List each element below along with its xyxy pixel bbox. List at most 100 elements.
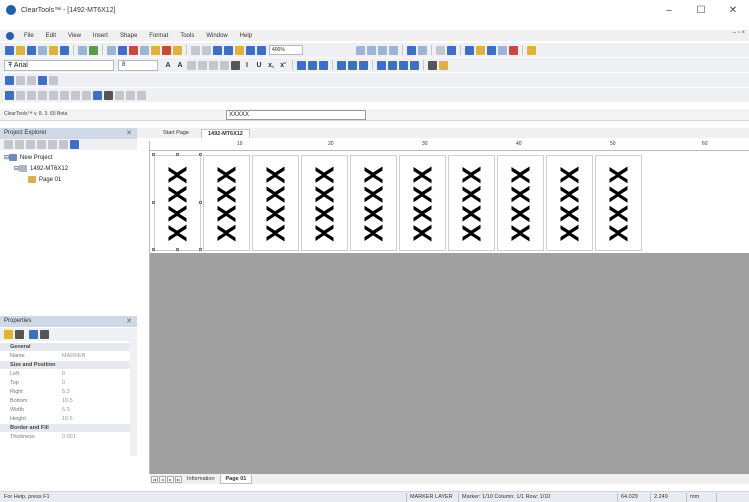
numbering-icon[interactable] [498, 45, 507, 55]
menu-help[interactable]: Help [234, 33, 258, 39]
subscript-button[interactable]: x, [266, 62, 276, 69]
valign-bottom-icon[interactable] [359, 60, 368, 70]
text-fit-icon[interactable] [187, 60, 196, 70]
line-tool-icon[interactable] [71, 90, 80, 100]
pe-up-icon[interactable] [48, 140, 57, 149]
align-center-icon[interactable] [308, 60, 317, 70]
undo-icon[interactable] [213, 45, 222, 55]
circle-tool-icon[interactable] [82, 90, 91, 100]
marker-label[interactable]: XXXX [252, 155, 299, 251]
property-row[interactable]: Thickness 0.001 [0, 433, 130, 441]
valign-middle-icon[interactable] [348, 60, 357, 70]
mdi-controls[interactable]: – ▫ × [733, 30, 745, 36]
pe-open-icon[interactable] [15, 140, 24, 149]
marker-label[interactable]: XXXX [497, 155, 544, 251]
highlight-icon[interactable] [476, 45, 485, 55]
cut-icon[interactable] [129, 45, 138, 55]
wrap-icon[interactable] [399, 60, 408, 70]
superscript-button[interactable]: x' [278, 62, 288, 69]
property-row[interactable]: Bottom 10.5 [0, 397, 130, 405]
next-sheet-button[interactable]: ▸ [167, 475, 174, 483]
redo-icon[interactable] [224, 45, 233, 55]
marker-label[interactable]: XXXX [595, 155, 642, 251]
bold-icon[interactable] [231, 60, 240, 70]
menu-window[interactable]: Window [200, 33, 233, 39]
table-tool-icon[interactable] [115, 90, 124, 100]
prev-sheet-button[interactable]: ◂ [159, 475, 166, 483]
selection-handle[interactable] [199, 248, 202, 251]
rotate-icon[interactable] [377, 60, 386, 70]
indent-icon[interactable] [220, 60, 229, 70]
increase-font-button[interactable]: A [163, 62, 173, 69]
group-icon[interactable] [436, 45, 445, 55]
selection-handle[interactable] [176, 248, 179, 251]
category-general[interactable]: General [0, 343, 130, 351]
font-color-icon[interactable] [428, 60, 437, 70]
image-tool-icon[interactable] [27, 90, 36, 100]
tree-item-page[interactable]: Page 01 [28, 176, 61, 183]
properties-close-button[interactable]: ✕ [126, 316, 132, 327]
document-menu-icon[interactable] [6, 31, 14, 40]
categorized-icon[interactable] [4, 330, 13, 339]
save-all-icon[interactable] [38, 45, 47, 55]
marker-label[interactable]: XXXX [154, 155, 201, 251]
category-size-position[interactable]: Size and Position [0, 361, 130, 369]
open-file-icon[interactable] [16, 45, 25, 55]
property-row[interactable]: Width 5.3 [0, 406, 130, 414]
marker-label[interactable]: XXXX [546, 155, 593, 251]
shadow-icon[interactable] [49, 75, 58, 85]
new-file-icon[interactable] [5, 45, 14, 55]
sheet-tab-information[interactable]: Information [182, 475, 220, 484]
tab-start-page[interactable]: Start Page [157, 129, 195, 138]
rectangle-tool-icon[interactable] [16, 90, 25, 100]
list-icon[interactable] [209, 60, 218, 70]
distribute-icon[interactable] [418, 45, 427, 55]
pe-pin-icon[interactable] [70, 140, 79, 149]
pointer-tool-icon[interactable] [5, 90, 14, 100]
line-weight-icon[interactable] [27, 75, 36, 85]
text-shrink-icon[interactable] [198, 60, 207, 70]
property-row[interactable]: Height 10.5 [0, 415, 130, 423]
marker-text-input[interactable]: XXXXX [226, 110, 366, 120]
first-sheet-button[interactable]: |◂ [151, 475, 158, 483]
selection-handle[interactable] [152, 153, 155, 156]
sort-alpha-icon[interactable] [15, 330, 24, 339]
menu-edit[interactable]: Edit [40, 33, 62, 39]
square-tool-icon[interactable] [60, 90, 69, 100]
last-sheet-button[interactable]: ▸| [175, 475, 182, 483]
picture-tool-icon[interactable] [93, 90, 102, 100]
selection-handle[interactable] [199, 201, 202, 204]
marker-label[interactable]: XXXX [448, 155, 495, 251]
marker-label[interactable]: XXXX [203, 155, 250, 251]
chart-icon[interactable] [257, 45, 266, 55]
page-setup-icon[interactable] [107, 45, 116, 55]
underline-button[interactable]: U [254, 62, 264, 69]
selection-handle[interactable] [176, 153, 179, 156]
property-row[interactable]: Top 0 [0, 379, 130, 387]
symbol-tool-icon[interactable] [126, 90, 135, 100]
ellipse-tool-icon[interactable] [38, 90, 47, 100]
print-preview-icon[interactable] [89, 45, 98, 55]
tab-document[interactable]: 1492-MT6X12 [201, 129, 250, 138]
line-style-icon[interactable] [16, 75, 25, 85]
selection-handle[interactable] [152, 248, 155, 251]
folder-icon[interactable] [49, 45, 58, 55]
selection-handle[interactable] [152, 201, 155, 204]
selection-handle[interactable] [199, 153, 202, 156]
marker-label[interactable]: XXXX [399, 155, 446, 251]
grid-icon[interactable] [191, 45, 200, 55]
marker-label[interactable]: XXXX [350, 155, 397, 251]
valign-top-icon[interactable] [337, 60, 346, 70]
fit-icon[interactable] [410, 60, 419, 70]
pe-add-icon[interactable] [26, 140, 35, 149]
pe-new-icon[interactable] [4, 140, 13, 149]
symbol-icon[interactable] [509, 45, 518, 55]
menu-view[interactable]: View [62, 33, 87, 39]
decrease-font-button[interactable]: A [175, 62, 185, 69]
crosshair-tool-icon[interactable] [137, 90, 146, 100]
table-icon[interactable] [246, 45, 255, 55]
menu-insert[interactable]: Insert [87, 33, 114, 39]
zoom-in-icon[interactable] [356, 45, 365, 55]
export-icon[interactable] [78, 45, 87, 55]
pe-down-icon[interactable] [59, 140, 68, 149]
